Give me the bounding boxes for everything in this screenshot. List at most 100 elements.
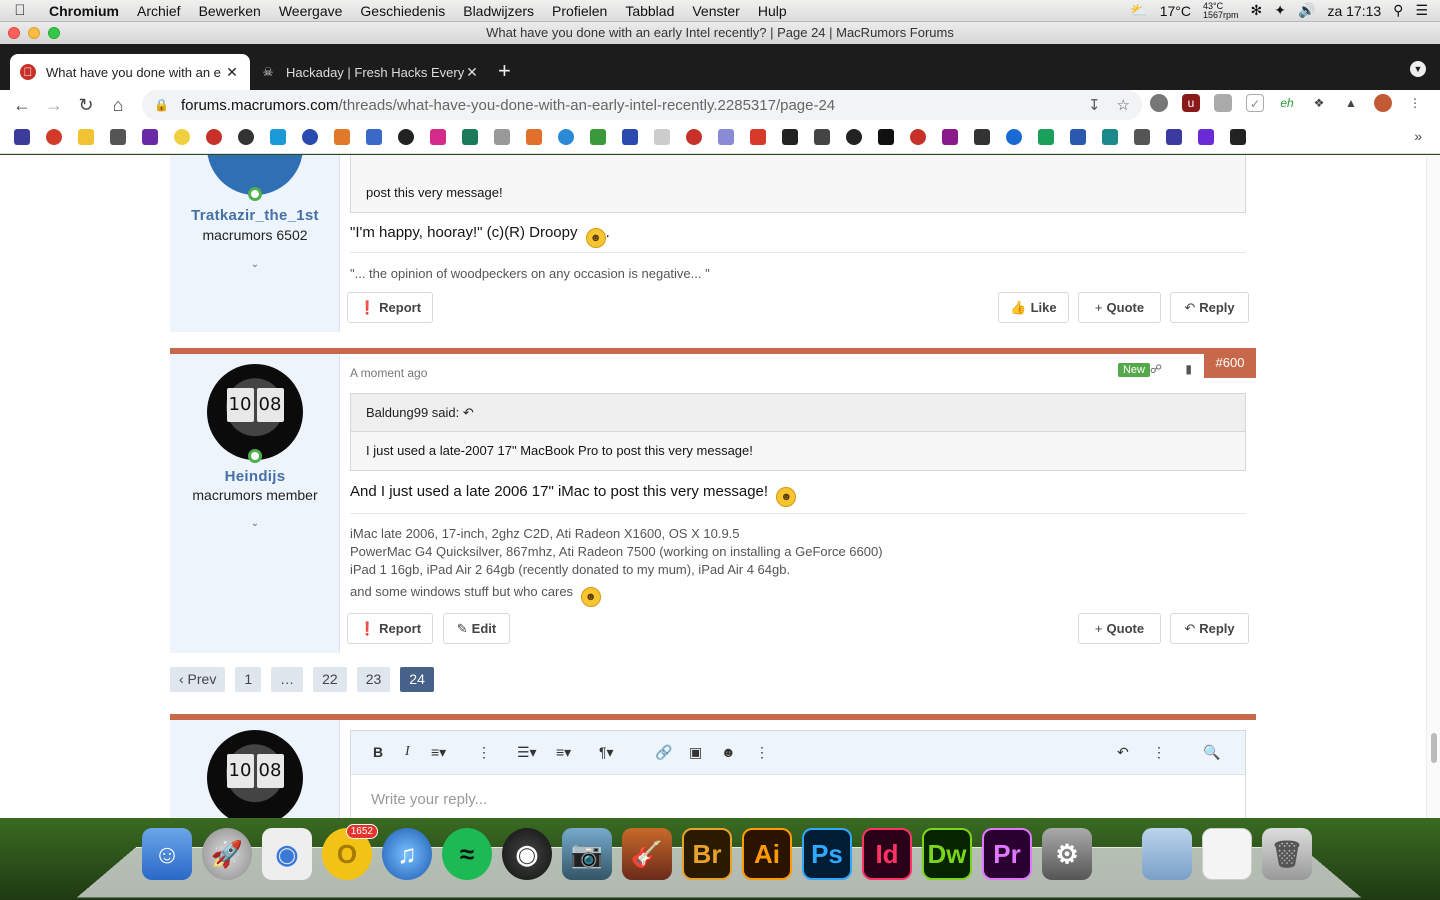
more-text-options-icon[interactable]: ⋮ bbox=[477, 744, 491, 761]
smilie-icon[interactable]: ☻ bbox=[721, 744, 736, 760]
volume-icon[interactable]: 🔊 bbox=[1298, 2, 1315, 19]
bookmark-32-icon[interactable] bbox=[1006, 128, 1022, 145]
reload-icon[interactable]: ↻ bbox=[70, 95, 102, 116]
bookmark-30-icon[interactable] bbox=[942, 128, 958, 145]
bookmark-31-icon[interactable] bbox=[974, 128, 990, 145]
launchpad-icon[interactable]: 🚀 bbox=[202, 828, 252, 880]
bookmark-13-icon[interactable] bbox=[398, 128, 414, 145]
notification-center-icon[interactable]: ☰ bbox=[1415, 2, 1428, 19]
menu-weergave[interactable]: Weergave bbox=[270, 3, 352, 19]
bookmark-27-icon[interactable] bbox=[846, 128, 862, 145]
page-link[interactable]: 1 bbox=[235, 667, 262, 692]
bookmark-29-icon[interactable] bbox=[910, 128, 926, 145]
bookmark-26-icon[interactable] bbox=[814, 128, 830, 145]
bookmark-24-icon[interactable] bbox=[750, 128, 766, 145]
bluetooth-icon[interactable]: ✦ bbox=[1274, 2, 1286, 19]
more-options-icon[interactable]: ⋮ bbox=[1152, 744, 1166, 761]
bookmark-28-icon[interactable] bbox=[878, 128, 894, 145]
eh-extension-icon[interactable]: eh bbox=[1278, 94, 1296, 112]
more-insert-options-icon[interactable]: ⋮ bbox=[755, 744, 769, 761]
bookmark-icon[interactable]: ▮ bbox=[1185, 362, 1192, 376]
menu-bewerken[interactable]: Bewerken bbox=[190, 3, 270, 19]
preview-icon[interactable]: 🔍 bbox=[1203, 744, 1220, 761]
chevron-down-icon[interactable]: ⌄ bbox=[170, 518, 340, 529]
menu-archief[interactable]: Archief bbox=[128, 3, 190, 19]
quote-button[interactable]: + Quote bbox=[1078, 613, 1161, 644]
finder-icon[interactable]: ☺ bbox=[142, 828, 192, 880]
image-icon[interactable]: ▣ bbox=[689, 744, 702, 761]
bookmark-15-icon[interactable] bbox=[462, 128, 478, 145]
new-tab-button[interactable]: + bbox=[498, 58, 511, 84]
indesign-icon[interactable]: Id bbox=[862, 828, 912, 880]
install-app-icon[interactable]: ↧ bbox=[1088, 96, 1101, 114]
illustrator-icon[interactable]: Ai bbox=[742, 828, 792, 880]
window-minimize-button[interactable] bbox=[28, 27, 40, 39]
username[interactable]: Heindijs bbox=[170, 468, 340, 485]
menu-hulp[interactable]: Hulp bbox=[749, 3, 796, 19]
list-icon[interactable]: ☰▾ bbox=[517, 744, 537, 761]
ublock-extension-icon[interactable]: u bbox=[1182, 94, 1200, 112]
document-icon[interactable] bbox=[1202, 828, 1252, 880]
post-number[interactable]: #600 bbox=[1204, 348, 1256, 378]
lock-icon[interactable]: 🔒 bbox=[154, 98, 169, 112]
link-icon[interactable]: 🔗 bbox=[655, 744, 672, 761]
mail-icon[interactable]: O 1652 bbox=[322, 824, 378, 880]
edit-button[interactable]: ✎ Edit bbox=[443, 613, 510, 644]
bookmark-16-icon[interactable] bbox=[494, 128, 510, 145]
activity-icon[interactable]: ✻ bbox=[1251, 2, 1263, 19]
quote-button[interactable]: + Quote bbox=[1078, 292, 1161, 323]
bridge-icon[interactable]: Br bbox=[682, 828, 732, 880]
bookmark-1-icon[interactable] bbox=[14, 128, 30, 145]
system-monitor[interactable]: 43°C 1567rpm bbox=[1203, 1, 1239, 20]
bookmark-35-icon[interactable] bbox=[1102, 128, 1118, 145]
tab-macrumors[interactable]:  What have you done with an e ✕ bbox=[10, 54, 250, 90]
garageband-icon[interactable]: 🎸 bbox=[622, 828, 672, 880]
page-scrollbar[interactable] bbox=[1426, 155, 1440, 818]
extension-ghost-icon[interactable] bbox=[1150, 94, 1168, 112]
forward-arrow-icon[interactable]: → bbox=[38, 95, 70, 116]
quote-header[interactable]: Baldung99 said: ↶ bbox=[351, 394, 1245, 432]
bookmark-37-icon[interactable] bbox=[1166, 128, 1182, 145]
bookmark-17-icon[interactable] bbox=[526, 128, 542, 145]
apple-menu-icon[interactable]:  bbox=[0, 2, 40, 19]
bookmark-5-icon[interactable] bbox=[142, 128, 158, 145]
bookmarks-overflow-icon[interactable]: » bbox=[1414, 128, 1422, 144]
chromium-icon[interactable]: ◉ bbox=[262, 828, 312, 880]
reply-textarea[interactable]: Write your reply... bbox=[371, 791, 487, 808]
italic-icon[interactable]: I bbox=[405, 744, 410, 760]
avatar[interactable]: 10 08 bbox=[207, 730, 303, 818]
bookmark-23-icon[interactable] bbox=[718, 128, 734, 145]
bookmark-7-icon[interactable] bbox=[206, 128, 222, 145]
bookmark-9-icon[interactable] bbox=[270, 128, 286, 145]
reply-button[interactable]: ↶ Reply bbox=[1170, 613, 1249, 644]
post-time[interactable]: A moment ago bbox=[350, 366, 427, 380]
undo-icon[interactable]: ↶ bbox=[1117, 744, 1129, 761]
bookmark-14-icon[interactable] bbox=[430, 128, 446, 145]
bookmark-11-icon[interactable] bbox=[334, 128, 350, 145]
extensions-puzzle-icon[interactable]: ❖ bbox=[1310, 94, 1328, 112]
bookmark-18-icon[interactable] bbox=[558, 128, 574, 145]
menu-tabblad[interactable]: Tabblad bbox=[616, 3, 683, 19]
bookmark-8-icon[interactable] bbox=[238, 128, 254, 145]
page-link[interactable]: 22 bbox=[313, 667, 347, 692]
system-preferences-icon[interactable]: ⚙ bbox=[1042, 828, 1092, 880]
align-icon[interactable]: ≡▾ bbox=[556, 744, 571, 761]
page-link[interactable]: 23 bbox=[356, 667, 391, 692]
trash-icon[interactable]: 🗑 bbox=[1262, 828, 1312, 880]
scrollbar-thumb[interactable] bbox=[1431, 733, 1437, 763]
home-icon[interactable]: ⌂ bbox=[102, 95, 134, 116]
folder-icon[interactable] bbox=[1142, 828, 1192, 880]
flask-icon[interactable]: ▲ bbox=[1342, 94, 1360, 112]
photoshop-icon[interactable]: Ps bbox=[802, 828, 852, 880]
share-icon[interactable]: ☍ bbox=[1150, 362, 1162, 376]
premiere-icon[interactable]: Pr bbox=[982, 828, 1032, 880]
menu-app-name[interactable]: Chromium bbox=[40, 3, 128, 19]
paragraph-icon[interactable]: ¶▾ bbox=[599, 744, 614, 761]
image-capture-icon[interactable]: 📷 bbox=[562, 828, 612, 880]
profile-avatar-icon[interactable] bbox=[1374, 94, 1392, 112]
username[interactable]: Tratkazir_the_1st bbox=[170, 207, 340, 224]
bookmark-34-icon[interactable] bbox=[1070, 128, 1086, 145]
window-zoom-button[interactable] bbox=[48, 27, 60, 39]
bookmark-36-icon[interactable] bbox=[1134, 128, 1150, 145]
weather-temp[interactable]: 17°C bbox=[1160, 3, 1191, 19]
